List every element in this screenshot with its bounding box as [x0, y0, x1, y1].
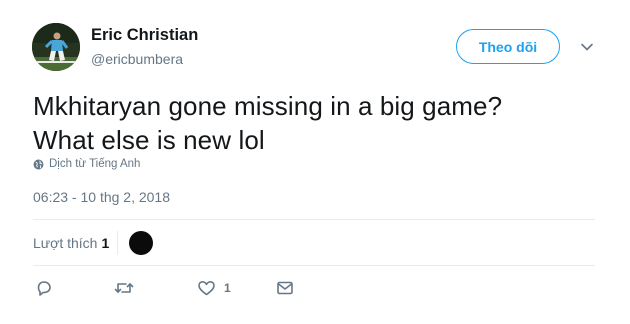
timestamp[interactable]: 06:23 - 10 thg 2, 2018 [33, 189, 170, 205]
likes-label[interactable]: Lượt thích [33, 235, 97, 251]
translate-link[interactable]: Dịch từ Tiếng Anh [33, 158, 140, 170]
tweet-text-line: What else is new lol [33, 125, 265, 155]
user-handle[interactable]: @ericbumbera [91, 51, 183, 67]
tweet-card: Eric Christian @ericbumbera Theo dõi Mkh… [0, 0, 630, 324]
divider [33, 265, 595, 266]
divider [33, 219, 595, 220]
follow-button[interactable]: Theo dõi [456, 29, 560, 64]
tweet-text: Mkhitaryan gone missing in a big game? W… [33, 89, 593, 157]
globe-icon [33, 159, 44, 169]
chevron-down-icon[interactable] [578, 38, 596, 56]
translate-label: Dịch từ Tiếng Anh [49, 158, 141, 170]
likes-row: Lượt thích 1 [33, 231, 154, 255]
tweet-text-line: Mkhitaryan gone missing in a big game? [33, 91, 503, 121]
user-avatar[interactable] [32, 23, 80, 71]
reply-button[interactable] [35, 279, 53, 297]
likes-separator [117, 231, 119, 255]
liker-avatar[interactable] [129, 231, 154, 255]
reply-icon [37, 281, 51, 296]
like-button[interactable]: 1 [197, 279, 231, 297]
display-name[interactable]: Eric Christian [91, 26, 198, 45]
retweet-icon [114, 283, 134, 293]
retweet-button[interactable] [114, 279, 134, 297]
direct-message-button[interactable] [276, 279, 294, 297]
likes-count[interactable]: 1 [101, 235, 109, 251]
profile-photo-image [32, 23, 80, 71]
tweet-actions: 1 [33, 279, 333, 299]
envelope-icon [277, 281, 293, 295]
like-count: 1 [224, 281, 231, 295]
heart-icon [198, 281, 215, 296]
